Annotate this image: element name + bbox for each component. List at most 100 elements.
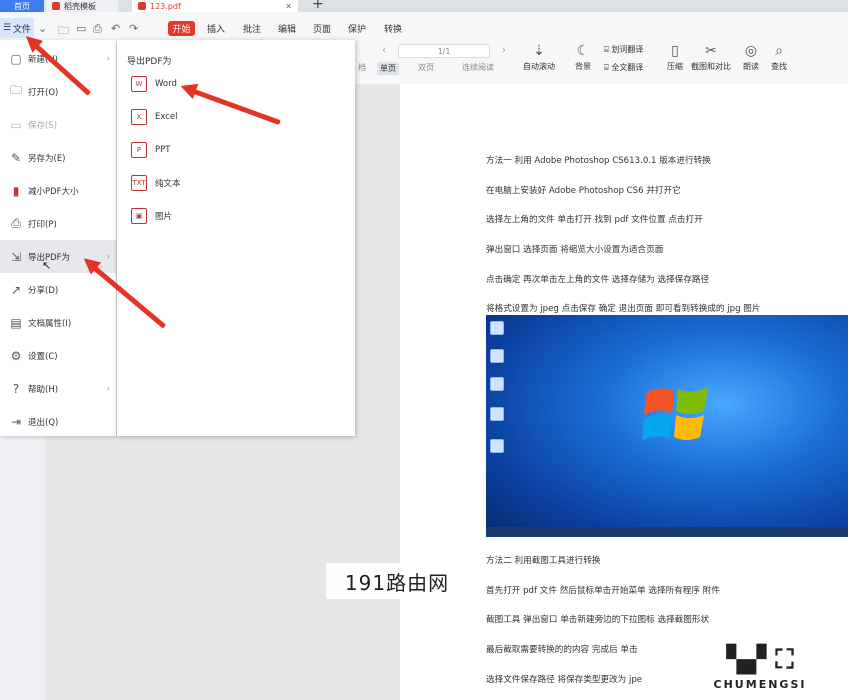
tab-document[interactable]: 123.pdf ✕ [132,0,298,12]
pdf-compress-icon: ▮ [12,183,20,198]
menu-item-share[interactable]: ↗ 分享(D) [0,273,116,306]
tab-annotate[interactable]: 批注 [243,22,261,35]
tab-page[interactable]: 页面 [313,22,331,35]
menu-item-label: 另存为(E) [28,153,66,164]
auto-scroll-label: 自动滚动 [523,62,555,71]
print-icon: ⎙ [11,216,21,230]
chevron-down-icon[interactable]: ⌄ [38,22,47,35]
export-icon: ⇲ [10,249,22,264]
export-word-label: Word [155,79,177,89]
mouse-cursor-icon: ↖ [42,259,52,272]
tab-document-label: 123.pdf [150,1,181,11]
export-image[interactable]: ▣ 图片 [131,202,331,230]
tab-edit[interactable]: 编辑 [278,22,296,35]
doc-line: 方法一 利用 Adobe Photoshop CS613.0.1 版本进行转换 [486,156,711,166]
brand-logo-icon: ▚▞ ⛶ [726,645,794,675]
search-icon: ⌕ [775,43,783,59]
doc-line: 方法二 利用截图工具进行转换 [486,556,601,566]
menu-item-reduce-size[interactable]: ▮ 减小PDF大小 [0,174,116,207]
brand-name: CHUMENGSI [713,678,807,691]
text-file-icon: TXT [131,175,147,191]
background-button[interactable]: ☾ 背景 [560,43,606,72]
doc-line: 截图工具 弹出窗口 单击新建旁边的下拉图标 选择截图形状 [486,615,710,625]
tab-home[interactable]: 首页 [0,0,44,12]
menu-item-save-as[interactable]: ✎ 另存为(E) [0,141,116,174]
export-text-label: 纯文本 [155,179,181,189]
find-button[interactable]: ⌕ 查找 [756,43,802,72]
chevron-right-icon: › [106,384,110,393]
next-page-icon[interactable]: › [502,45,506,56]
tab-protect[interactable]: 保护 [348,22,366,35]
menu-item-settings[interactable]: ⚙ 设置(C) [0,339,116,372]
word-translate-label: 划词翻译 [611,45,644,54]
doc-line: 在电脑上安装好 Adobe Photoshop CS6 并打开它 [486,186,681,196]
tab-convert[interactable]: 转换 [384,22,402,35]
menu-item-properties[interactable]: ▤ 文档属性(I) [0,306,116,339]
menu-item-help[interactable]: ? 帮助(H) › [0,372,116,405]
double-page-button[interactable]: 双页 [418,62,434,73]
auto-scroll-icon: ⇣ [533,43,545,59]
find-label: 查找 [771,62,787,71]
desktop-icon [490,321,504,335]
menu-item-label: 文档属性(I) [28,318,72,329]
tab-start[interactable]: 开始 [168,21,195,36]
doc-line: 首先打开 pdf 文件 然后鼠标单击开始菜单 选择所有程序 附件 [486,586,720,596]
new-file-icon: ▢ [10,51,22,66]
continuous-read-button[interactable]: 连续阅读 [462,62,494,73]
export-word[interactable]: W Word [131,70,331,98]
share-icon: ↗ [10,282,22,297]
image-file-icon: ▣ [131,208,147,224]
desktop-icon [490,439,504,453]
menu-item-print[interactable]: ⎙ 打印(P) [0,207,116,240]
menu-item-label: 打开(O) [28,87,59,98]
menu-item-new[interactable]: ▢ 新建(N) › [0,42,116,75]
prev-page-icon[interactable]: ‹ [382,45,386,56]
word-translate-button[interactable]: ⌸ 划词翻译 [604,44,643,55]
tab-insert[interactable]: 插入 [207,22,225,35]
doc-line: 将格式设置为 jpeg 点击保存 确定 退出页面 即可看到转换成的 jpg 图片 [486,304,761,314]
menu-item-open[interactable]: 🗀 打开(O) [0,75,116,108]
export-submenu: 导出PDF为 W Word X Excel P PPT TXT 纯文本 ▣ 图片 [117,40,355,436]
redo-icon[interactable]: ↷ [129,22,138,35]
export-text[interactable]: TXT 纯文本 [131,169,331,197]
open-folder-icon[interactable]: 🗀 [58,22,69,41]
doc-line: 点击确定 再次单击左上角的文件 选择存储为 选择保存路径 [486,275,710,285]
tab-template-label: 稻壳模板 [64,1,96,11]
tab-home-label: 首页 [14,1,30,11]
auto-scroll-button[interactable]: ⇣ 自动滚动 [516,43,562,72]
save-icon[interactable]: ▭ [76,22,86,35]
hamburger-icon: ☰ [2,23,12,33]
menu-item-label: 设置(C) [28,351,58,362]
tab-template[interactable]: 稻壳模板 [46,0,118,12]
menu-item-exit[interactable]: ⇥ 退出(Q) [0,405,116,438]
export-ppt[interactable]: P PPT [131,136,331,164]
moon-icon: ☾ [576,43,590,59]
view-doc-label[interactable]: 档 [358,62,366,73]
menu-item-label: 帮助(H) [28,384,59,395]
menu-item-label: 减小PDF大小 [28,186,79,197]
menu-item-label: 退出(Q) [28,417,59,428]
print-icon[interactable]: ⎙ [93,22,102,36]
new-tab-button[interactable]: + [312,0,324,12]
site-watermark: 191路由网 [326,563,468,599]
menu-item-label: 保存(S) [28,120,58,131]
single-page-button[interactable]: 单页 [377,62,399,75]
full-translate-label: 全文翻译 [611,63,644,72]
undo-icon[interactable]: ↶ [111,22,120,35]
doc-line: 选择文件保存路径 将保存类型更改为 jpe [486,675,643,685]
desktop-screenshot-image [486,315,848,537]
template-icon [52,2,60,10]
brand-watermark: ▚▞ ⛶ CHUMENGSI [680,642,840,698]
submenu-title: 导出PDF为 [127,57,172,67]
page-number-input[interactable]: 1/1 [398,44,490,58]
pdf-icon [138,2,146,10]
doc-line: 最后截取需要转换的的内容 完成后 单击 [486,645,638,655]
word-file-icon: W [131,76,147,92]
compress-label: 压缩 [667,62,683,71]
chevron-right-icon: › [106,252,110,261]
desktop-icon [490,377,504,391]
desktop-icon [490,407,504,421]
menu-item-save[interactable]: ▭ 保存(S) [0,108,116,141]
full-translate-button[interactable]: ⌸ 全文翻译 [604,62,643,73]
close-tab-icon[interactable]: ✕ [285,2,292,11]
